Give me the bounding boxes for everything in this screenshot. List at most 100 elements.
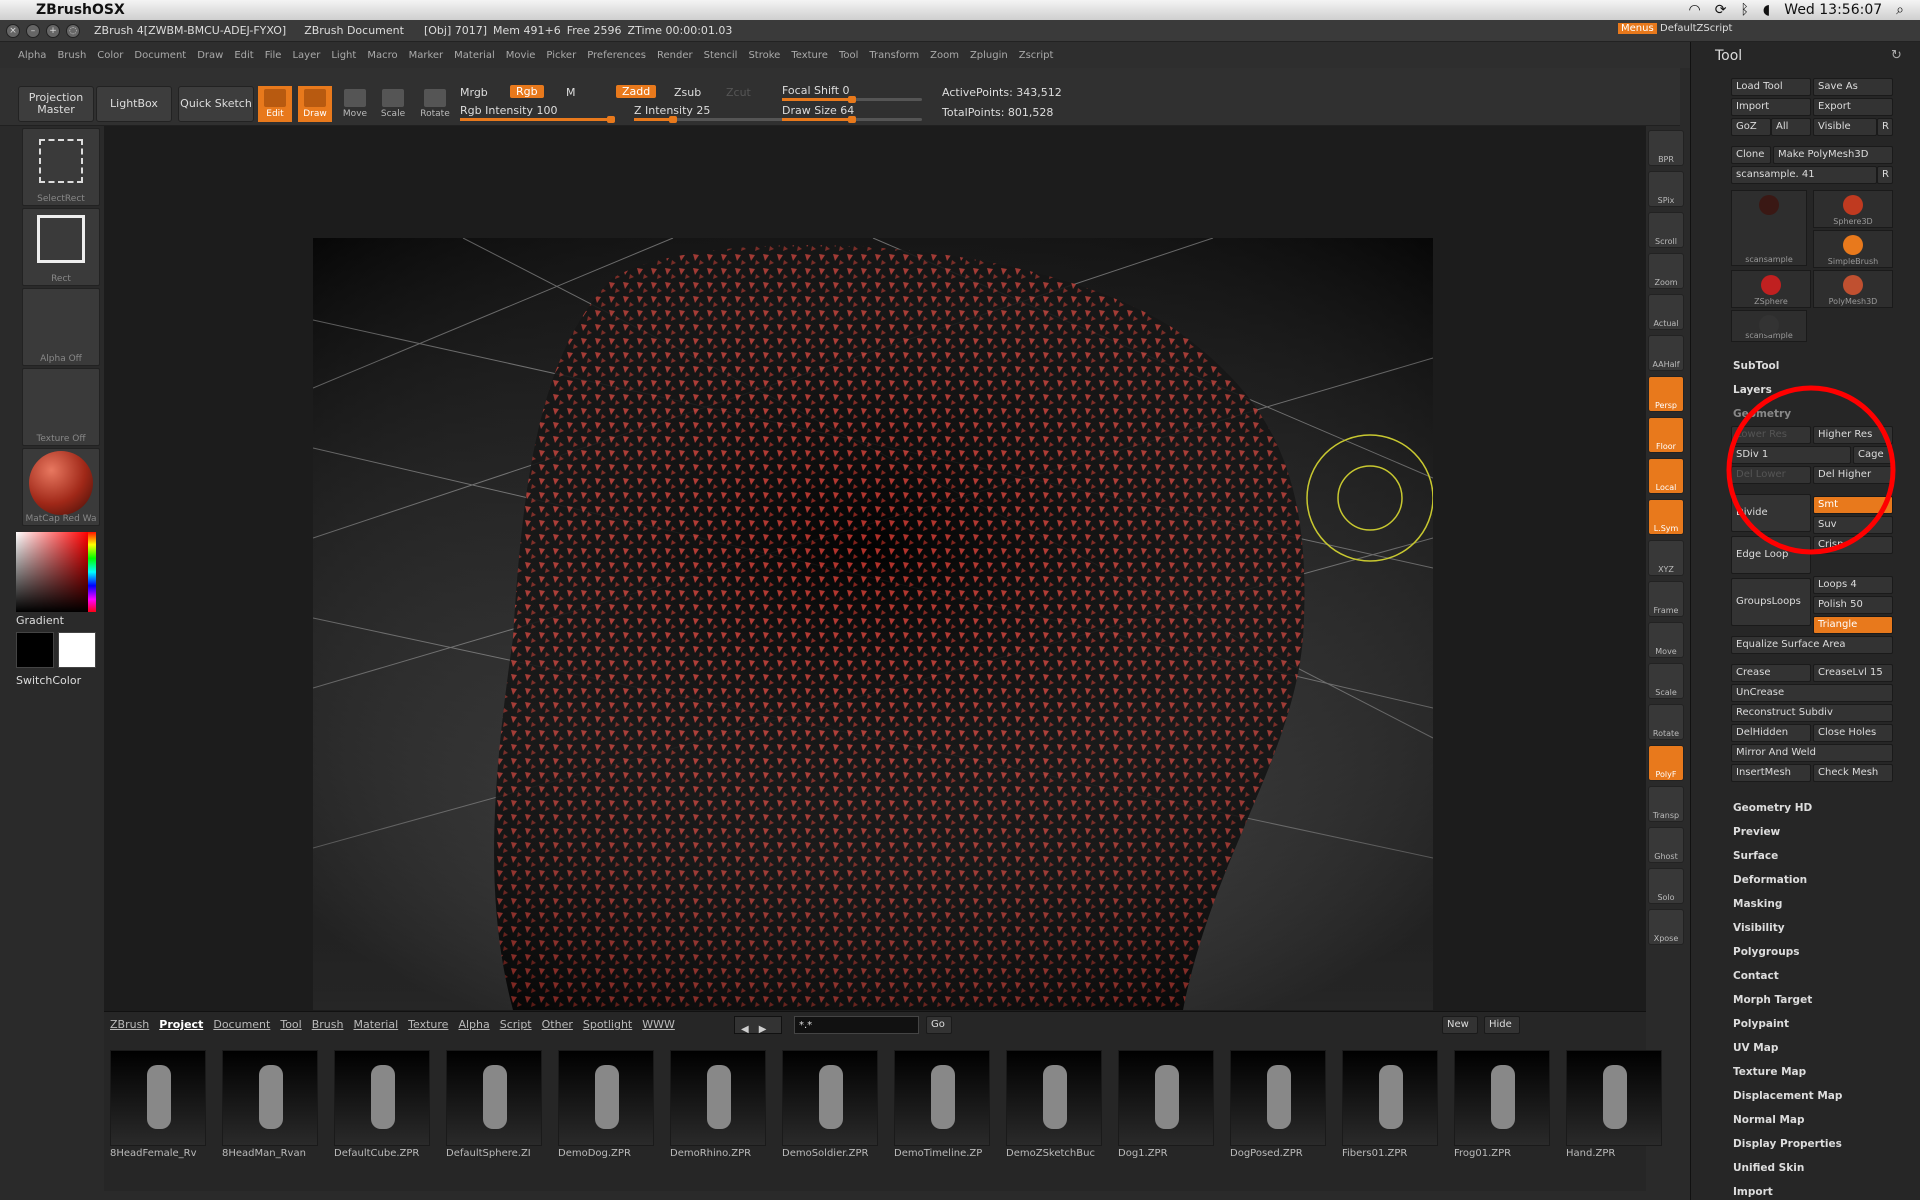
section-geometry-hd[interactable]: Geometry HD [1733, 802, 1812, 814]
mrgb-button[interactable]: Mrgb [460, 86, 488, 99]
clone-button[interactable]: Clone [1731, 146, 1771, 164]
shelf-transp-button[interactable]: Transp [1648, 786, 1684, 822]
export-button[interactable]: Export [1813, 98, 1893, 116]
shelf-spix-button[interactable]: SPix [1648, 171, 1684, 207]
script-name[interactable]: DefaultZScript [1660, 23, 1732, 34]
lightbox-tab-other[interactable]: Other [542, 1018, 573, 1031]
scansample-slider[interactable]: scansample. 41 [1731, 166, 1877, 184]
wifi-icon[interactable]: ◠ [1689, 2, 1701, 18]
clock[interactable]: Wed 13:56:07 [1784, 2, 1882, 18]
shelf-solo-button[interactable]: Solo [1648, 868, 1684, 904]
section-normal-map[interactable]: Normal Map [1733, 1114, 1805, 1126]
groupsloops-button[interactable]: GroupsLoops [1731, 578, 1811, 626]
tool-thumb-simplebrush[interactable]: SimpleBrush [1813, 230, 1893, 268]
section-morph-target[interactable]: Morph Target [1733, 994, 1812, 1006]
menu-stencil[interactable]: Stencil [704, 50, 738, 61]
reconstruct-button[interactable]: Reconstruct Subdiv [1731, 704, 1893, 722]
z-intensity-slider[interactable] [634, 116, 789, 123]
subtool-section[interactable]: SubTool [1733, 360, 1779, 372]
arrow-right-icon[interactable]: ▶ [759, 1024, 767, 1035]
tool-thumb-scansample[interactable]: scansample [1731, 190, 1807, 266]
shelf-xpose-button[interactable]: Xpose [1648, 909, 1684, 945]
triangle-toggle[interactable]: Triangle [1813, 616, 1893, 634]
menu-preferences[interactable]: Preferences [587, 50, 646, 61]
edit-button[interactable]: Edit [258, 86, 292, 122]
menu-alpha[interactable]: Alpha [18, 50, 46, 61]
menu-document[interactable]: Document [134, 50, 186, 61]
lightbox-tab-spotlight[interactable]: Spotlight [583, 1018, 632, 1031]
section-surface[interactable]: Surface [1733, 850, 1778, 862]
section-deformation[interactable]: Deformation [1733, 874, 1807, 886]
menu-macro[interactable]: Macro [367, 50, 397, 61]
lightbox-item[interactable] [110, 1050, 206, 1146]
shelf-floor-button[interactable]: Floor [1648, 417, 1684, 453]
shelf-local-button[interactable]: Local [1648, 458, 1684, 494]
lightbox-item[interactable] [334, 1050, 430, 1146]
shelf-aahalf-button[interactable]: AAHalf [1648, 335, 1684, 371]
quick-sketch-button[interactable]: Quick Sketch [178, 86, 254, 122]
lightbox-item[interactable] [222, 1050, 318, 1146]
secondary-color-swatch[interactable] [58, 632, 96, 668]
section-uv-map[interactable]: UV Map [1733, 1042, 1778, 1054]
section-visibility[interactable]: Visibility [1733, 922, 1785, 934]
lightbox-item[interactable] [1006, 1050, 1102, 1146]
zcut-button[interactable]: Zcut [726, 86, 751, 99]
shelf-zoom-button[interactable]: Zoom [1648, 253, 1684, 289]
lightbox-item[interactable] [894, 1050, 990, 1146]
load-tool-button[interactable]: Load Tool [1731, 78, 1811, 96]
menu-brush[interactable]: Brush [57, 50, 86, 61]
menu-picker[interactable]: Picker [546, 50, 576, 61]
menu-zplugin[interactable]: Zplugin [970, 50, 1008, 61]
go-button[interactable]: Go [926, 1016, 952, 1034]
shelf-bpr-button[interactable]: BPR [1648, 130, 1684, 166]
r-button-2[interactable]: R [1877, 166, 1893, 184]
section-polypaint[interactable]: Polypaint [1733, 1018, 1789, 1030]
gradient-label[interactable]: Gradient [16, 614, 64, 627]
section-polygroups[interactable]: Polygroups [1733, 946, 1800, 958]
lightbox-item[interactable] [446, 1050, 542, 1146]
lightbox-tab-document[interactable]: Document [213, 1018, 270, 1031]
menu-draw[interactable]: Draw [197, 50, 223, 61]
shelf-scale-button[interactable]: Scale [1648, 663, 1684, 699]
refresh-icon[interactable]: ↻ [1891, 48, 1902, 63]
draw-button[interactable]: Draw [298, 86, 332, 122]
lightbox-item[interactable] [1118, 1050, 1214, 1146]
app-name[interactable]: ZBrushOSX [36, 2, 125, 18]
menus-button[interactable]: Menus [1618, 23, 1657, 34]
menu-transform[interactable]: Transform [869, 50, 919, 61]
zadd-button[interactable]: Zadd [616, 85, 657, 98]
zoom-icon[interactable]: + [46, 23, 60, 38]
shelf-move-button[interactable]: Move [1648, 622, 1684, 658]
menu-edit[interactable]: Edit [234, 50, 253, 61]
lightbox-tab-material[interactable]: Material [353, 1018, 398, 1031]
shelf-persp-button[interactable]: Persp [1648, 376, 1684, 412]
visible-button[interactable]: Visible [1813, 118, 1877, 136]
tool-title[interactable]: Tool [1715, 48, 1742, 64]
shelf-rotate-button[interactable]: Rotate [1648, 704, 1684, 740]
menu-movie[interactable]: Movie [506, 50, 536, 61]
tool-thumb-zsphere[interactable]: ZSphere [1731, 270, 1811, 308]
delhidden-button[interactable]: DelHidden [1731, 724, 1811, 742]
section-preview[interactable]: Preview [1733, 826, 1780, 838]
menu-color[interactable]: Color [97, 50, 123, 61]
check-mesh-button[interactable]: Check Mesh [1813, 764, 1893, 782]
shelf-xyz-button[interactable]: XYZ [1648, 540, 1684, 576]
goz-button[interactable]: GoZ [1731, 118, 1771, 136]
lightbox-tab-tool[interactable]: Tool [280, 1018, 301, 1031]
hide-button[interactable]: Hide [1484, 1016, 1520, 1034]
focal-shift-slider[interactable] [782, 96, 922, 103]
lightbox-tab-brush[interactable]: Brush [312, 1018, 344, 1031]
m-button[interactable]: M [566, 86, 576, 99]
lightbox-tab-script[interactable]: Script [500, 1018, 532, 1031]
shelf-actual-button[interactable]: Actual [1648, 294, 1684, 330]
section-contact[interactable]: Contact [1733, 970, 1779, 982]
section-display-properties[interactable]: Display Properties [1733, 1138, 1842, 1150]
rgb-intensity-slider[interactable] [460, 116, 615, 123]
lightbox-search-input[interactable] [794, 1016, 919, 1034]
menu-light[interactable]: Light [331, 50, 356, 61]
shelf-frame-button[interactable]: Frame [1648, 581, 1684, 617]
menu-texture[interactable]: Texture [791, 50, 828, 61]
tool-thumb-polymesh3d[interactable]: PolyMesh3D [1813, 270, 1893, 308]
menu-material[interactable]: Material [454, 50, 495, 61]
menu-stroke[interactable]: Stroke [748, 50, 780, 61]
